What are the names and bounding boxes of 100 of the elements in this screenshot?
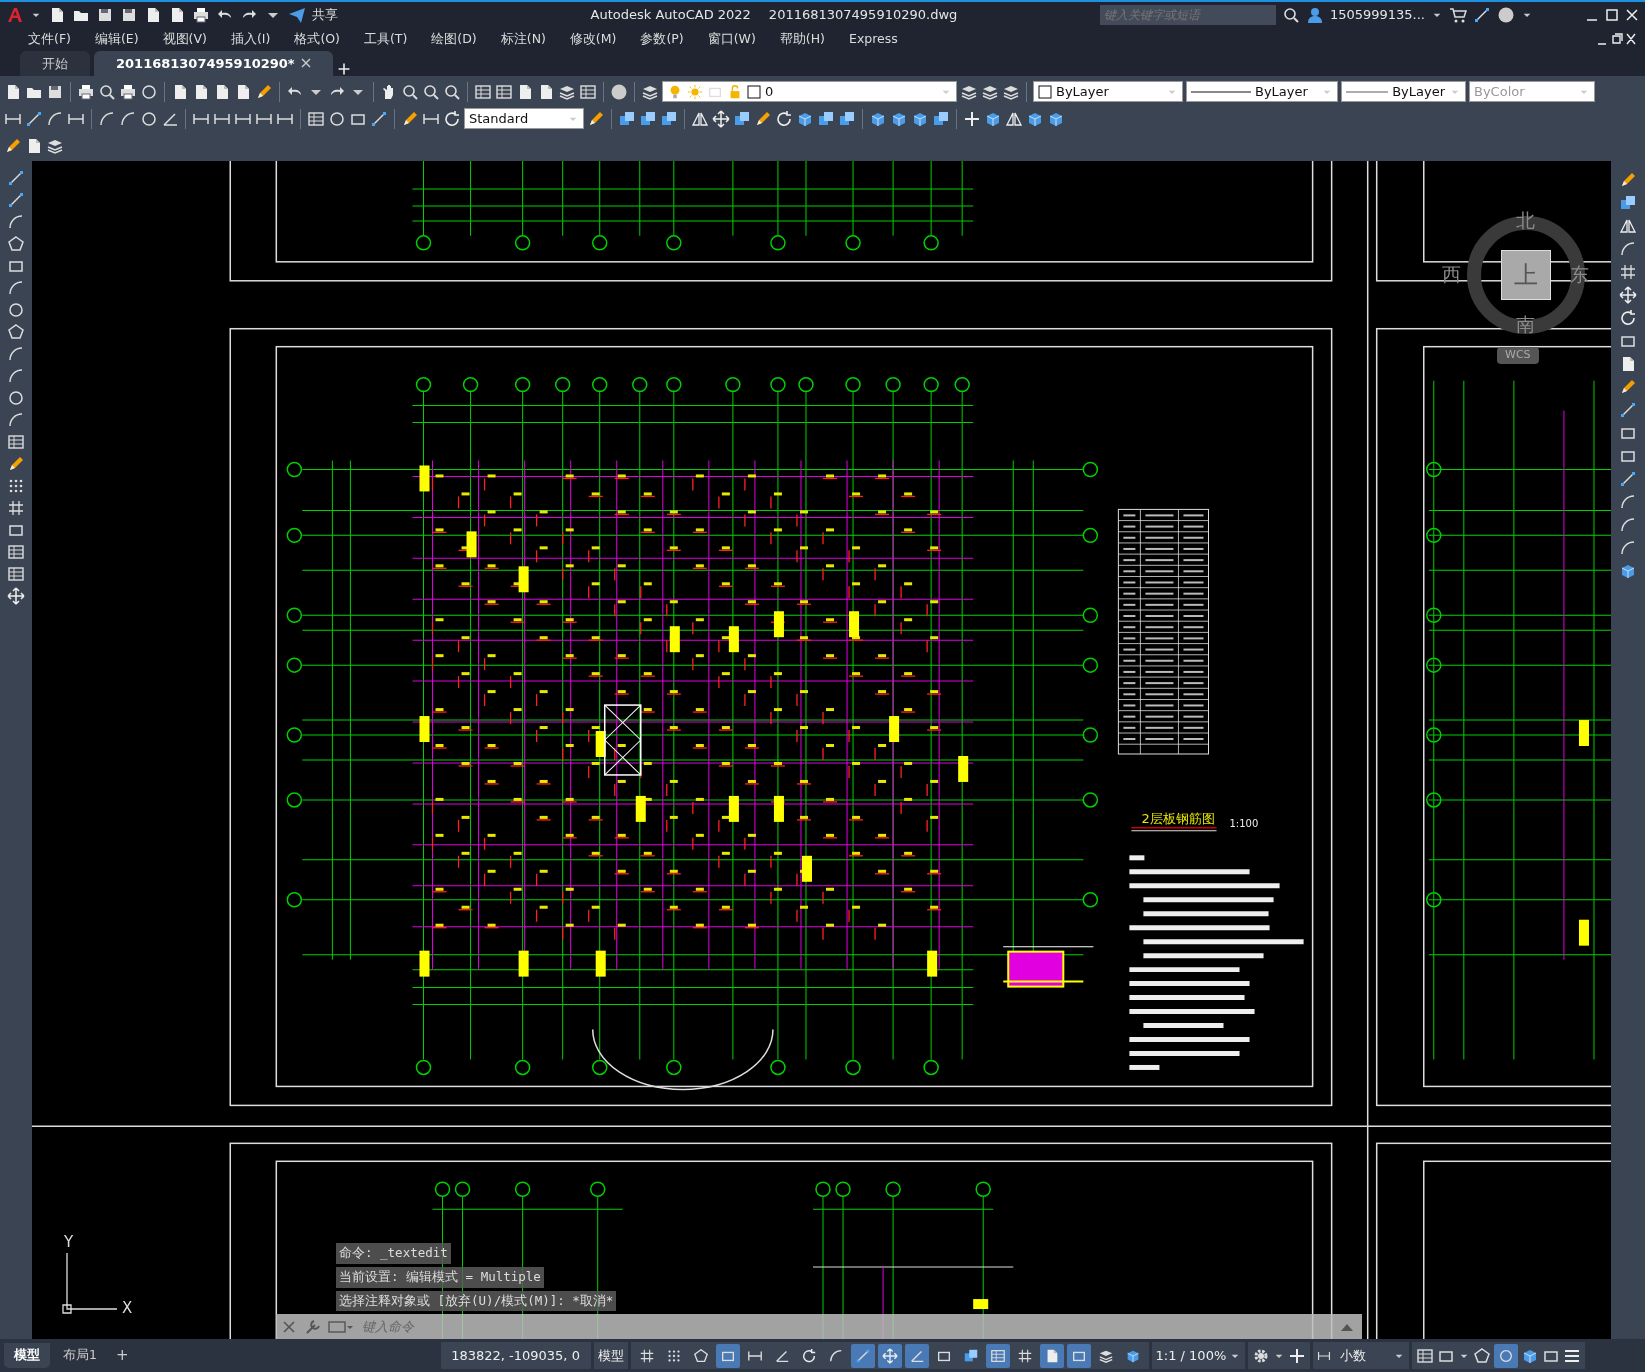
magnifier-icon[interactable] <box>422 82 440 101</box>
arc-icon[interactable] <box>119 109 137 128</box>
menu-item[interactable]: 参数(P) <box>628 29 696 49</box>
arc-icon[interactable] <box>1619 539 1637 557</box>
polygon-icon[interactable] <box>1473 1346 1492 1365</box>
layer-dropdown[interactable]: 0 <box>662 81 957 102</box>
move-icon[interactable] <box>712 109 730 128</box>
printer-icon[interactable] <box>192 5 210 24</box>
table-icon[interactable] <box>7 433 25 451</box>
line-icon[interactable] <box>1619 401 1637 419</box>
magnifier-icon[interactable] <box>443 82 461 101</box>
move-icon[interactable] <box>7 587 25 605</box>
text-style-dropdown[interactable]: Standard <box>464 108 584 129</box>
wrench-icon[interactable] <box>304 1317 322 1336</box>
layout-tab[interactable]: 模型 <box>4 1343 50 1368</box>
move-icon[interactable] <box>1619 286 1637 304</box>
table-icon[interactable] <box>7 565 25 583</box>
isolate-toggle[interactable] <box>1494 1343 1519 1368</box>
arc-icon[interactable] <box>46 109 64 128</box>
cart-icon[interactable] <box>1449 5 1467 24</box>
menu-item[interactable]: 帮助(H) <box>767 29 837 49</box>
line-icon[interactable] <box>7 191 25 209</box>
stacked-squares-icon[interactable] <box>618 109 636 128</box>
polygon-icon[interactable] <box>7 235 25 253</box>
stacked-squares-icon[interactable] <box>932 109 950 128</box>
menu-item[interactable]: 窗口(W) <box>695 29 768 49</box>
grid-icon[interactable] <box>1619 263 1637 281</box>
arc-icon[interactable] <box>1619 493 1637 511</box>
user-name[interactable]: 1505999135... <box>1329 4 1425 25</box>
menu-item[interactable]: 标注(N) <box>488 29 558 49</box>
circle-icon[interactable] <box>140 109 158 128</box>
document-tab[interactable]: 2011681307495910290* <box>94 50 333 76</box>
stacked-squares-icon[interactable] <box>660 109 678 128</box>
annotation-scale-dropdown[interactable]: 1:1 / 100% <box>1151 1342 1246 1369</box>
coordinates-readout[interactable]: 183822, -109035, 0 <box>440 1342 591 1369</box>
circle-icon[interactable] <box>7 301 25 319</box>
magnifier-icon[interactable] <box>1281 5 1300 24</box>
rotate-icon[interactable] <box>443 109 461 128</box>
pencil-icon[interactable] <box>754 109 772 128</box>
magnifier-icon[interactable] <box>401 82 419 101</box>
polygon-icon[interactable] <box>7 323 25 341</box>
grid-icon[interactable] <box>7 499 25 517</box>
pencil-icon[interactable] <box>7 455 25 473</box>
menu-item[interactable]: Express <box>837 29 910 49</box>
menu-item[interactable]: 编辑(E) <box>82 29 151 49</box>
table-icon[interactable] <box>579 82 597 101</box>
stacked-squares-icon[interactable] <box>1619 194 1637 212</box>
status-toggle[interactable] <box>715 1343 740 1368</box>
dots-icon[interactable] <box>7 477 25 495</box>
model-space-button[interactable]: 模型 <box>593 1342 628 1369</box>
menu-item[interactable]: 视图(V) <box>150 29 219 49</box>
cube-icon[interactable] <box>1619 562 1637 580</box>
line-icon[interactable] <box>25 109 43 128</box>
arc-icon[interactable] <box>7 213 25 231</box>
pencil-icon[interactable] <box>401 109 419 128</box>
stacked-squares-icon[interactable] <box>733 109 751 128</box>
close-icon[interactable] <box>300 58 311 69</box>
circle-icon[interactable] <box>140 82 158 101</box>
arc-icon[interactable] <box>7 345 25 363</box>
status-toggle[interactable] <box>1066 1343 1091 1368</box>
status-toggle[interactable] <box>904 1343 929 1368</box>
pencil-icon[interactable] <box>4 136 22 155</box>
menu-item[interactable]: 工具(T) <box>351 29 420 49</box>
printer-icon[interactable] <box>119 82 137 101</box>
paper-plane-icon[interactable] <box>288 5 306 24</box>
line-icon[interactable] <box>370 109 388 128</box>
units-dropdown[interactable]: 小数 <box>1313 1342 1410 1369</box>
stacked-squares-icon[interactable] <box>838 109 856 128</box>
rotate-icon[interactable] <box>775 109 793 128</box>
logo-icon[interactable] <box>6 5 24 24</box>
stacked-squares-icon[interactable] <box>817 109 835 128</box>
arc-icon[interactable] <box>7 367 25 385</box>
plus-icon[interactable] <box>1288 1346 1307 1365</box>
menu-item[interactable]: 文件(F) <box>16 29 83 49</box>
color-dropdown[interactable]: ByLayer <box>1033 81 1183 102</box>
pencil-icon[interactable] <box>1619 378 1637 396</box>
arc-icon[interactable] <box>1619 516 1637 534</box>
arc-icon[interactable] <box>7 411 25 429</box>
table-icon[interactable] <box>474 82 492 101</box>
layout-tab[interactable]: 布局1 <box>53 1343 107 1368</box>
table-icon[interactable] <box>7 543 25 561</box>
menu-item[interactable]: 格式(O) <box>282 29 352 49</box>
arc-icon[interactable] <box>98 109 116 128</box>
window-controls-icon[interactable] <box>1597 32 1637 46</box>
pencil-icon[interactable] <box>587 109 605 128</box>
maximize-icon[interactable] <box>1605 7 1619 22</box>
status-toggle[interactable] <box>850 1343 875 1368</box>
menu-item[interactable]: 绘图(D) <box>419 29 489 49</box>
table-icon[interactable] <box>495 82 513 101</box>
line-icon[interactable] <box>7 169 25 187</box>
magnifier-icon[interactable] <box>98 82 116 101</box>
arc-icon[interactable] <box>1619 240 1637 258</box>
plus-icon[interactable] <box>963 109 981 128</box>
menu-item[interactable]: 修改(M) <box>557 29 629 49</box>
menu-item[interactable]: 插入(I) <box>218 29 283 49</box>
status-toggle[interactable] <box>1039 1343 1064 1368</box>
document-tab[interactable]: 开始 <box>20 50 90 76</box>
line-icon[interactable] <box>1473 5 1491 24</box>
arc-icon[interactable] <box>7 279 25 297</box>
printer-icon[interactable] <box>77 82 95 101</box>
